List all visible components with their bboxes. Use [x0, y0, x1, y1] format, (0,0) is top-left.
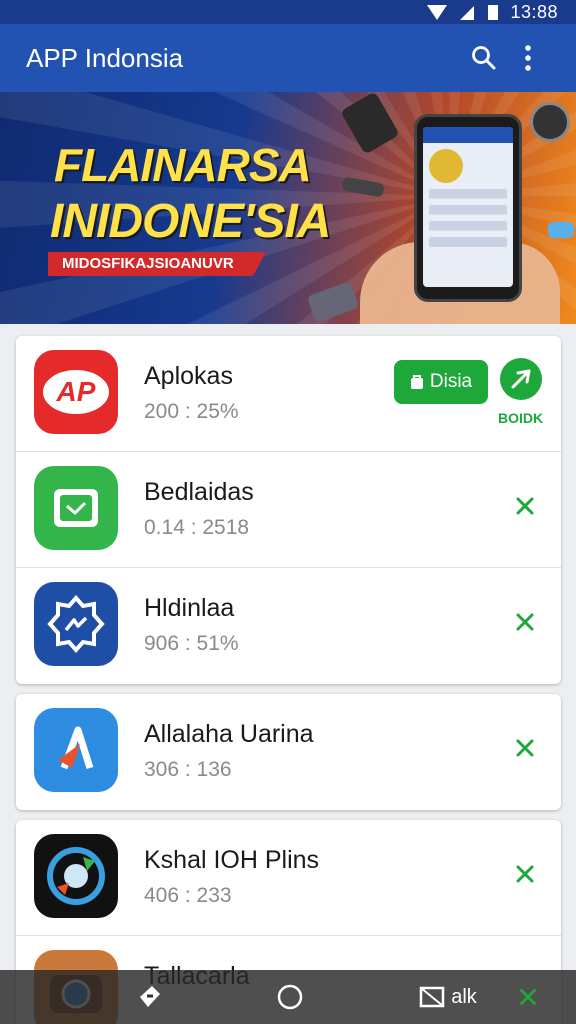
status-icons: 13:88: [426, 0, 558, 24]
more-vert-icon: [525, 45, 531, 71]
install-label: Disia: [429, 371, 473, 392]
banner-headline-2: INIDONE'SIA: [50, 195, 331, 248]
list-item[interactable]: Hldinlaa 906 : 51%: [16, 568, 561, 684]
recents-button[interactable]: alk: [408, 970, 488, 1024]
app-meta: 306 : 136: [144, 758, 232, 781]
share-label: BOIDK: [498, 410, 544, 426]
check-box-icon: [34, 466, 118, 550]
app-meta: 0.14 : 2518: [144, 516, 250, 539]
system-nav-bar: alk: [0, 970, 576, 1024]
status-bar: 13:88: [0, 0, 576, 24]
arrow-logo-icon: [34, 708, 118, 792]
close-button[interactable]: [512, 970, 544, 1024]
signal-icon: [460, 6, 475, 20]
app-name: Kshal IOH Plins: [144, 846, 320, 874]
app-card: Allalaha Uarina 306 : 136: [16, 694, 561, 810]
home-icon: [277, 984, 303, 1010]
app-list: AP Aplokas 200 : 25% Disia BOIDK Bedlaid…: [16, 336, 561, 1024]
app-name: Hldinlaa: [144, 594, 235, 622]
close-icon[interactable]: [511, 608, 539, 636]
recents-label: alk: [451, 985, 477, 1008]
app-meta: 200 : 25%: [144, 400, 239, 423]
status-time: 13:88: [510, 1, 558, 22]
send-icon: [511, 369, 531, 389]
close-icon[interactable]: [511, 492, 539, 520]
download-icon: [410, 375, 423, 389]
app-title: APP Indonsia: [26, 42, 184, 73]
phone-screen: [423, 127, 513, 287]
ap-logo-icon: AP: [34, 350, 118, 434]
app-name: Bedlaidas: [144, 478, 254, 506]
close-icon[interactable]: [511, 734, 539, 762]
compass-logo-icon: [34, 834, 118, 918]
search-icon: [472, 46, 496, 70]
app-meta: 906 : 51%: [144, 632, 239, 655]
app-name: Aplokas: [144, 362, 233, 390]
more-options-button[interactable]: [506, 36, 550, 80]
app-meta: 406 : 233: [144, 884, 232, 907]
close-icon: [520, 989, 536, 1005]
list-item[interactable]: Bedlaidas 0.14 : 2518: [16, 452, 561, 568]
battery-icon: [488, 5, 499, 20]
banner-headline-1: FLAINARSA: [54, 139, 312, 191]
phone-illustration: [414, 114, 522, 302]
banner-ribbon: MIDOSFIKAJSIOANUVR: [48, 252, 266, 276]
app-bar: APP Indonsia: [0, 24, 576, 92]
gadget-decoration: [548, 222, 574, 238]
close-icon[interactable]: [511, 860, 539, 888]
back-icon: [140, 986, 160, 1007]
install-button[interactable]: Disia: [394, 360, 488, 404]
app-name: Allalaha Uarina: [144, 720, 314, 748]
share-button[interactable]: [500, 358, 542, 400]
recents-icon: [419, 986, 445, 1008]
search-button[interactable]: [462, 36, 506, 80]
wifi-icon: [427, 5, 448, 20]
svg-text:AP: AP: [56, 376, 96, 407]
list-item[interactable]: Allalaha Uarina 306 : 136: [16, 694, 561, 810]
messenger-badge-icon: [34, 582, 118, 666]
list-item[interactable]: Kshal IOH Plins 406 : 233: [16, 820, 561, 936]
promo-banner[interactable]: FLAINARSA INIDONE'SIA MIDOSFIKAJSIOANUVR: [0, 92, 576, 324]
home-button[interactable]: [270, 970, 310, 1024]
list-item[interactable]: AP Aplokas 200 : 25% Disia BOIDK: [16, 336, 561, 452]
gadget-decoration: [530, 102, 570, 142]
back-button[interactable]: [130, 970, 170, 1024]
app-card: AP Aplokas 200 : 25% Disia BOIDK Bedlaid…: [16, 336, 561, 684]
